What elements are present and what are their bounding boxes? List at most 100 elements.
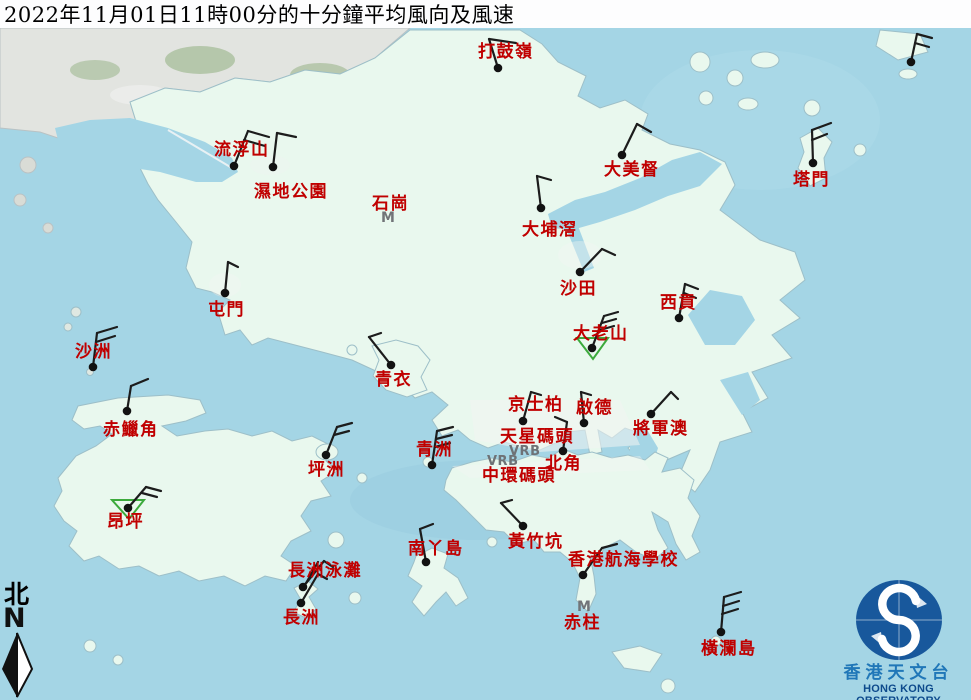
station-dot-icon [221,289,230,298]
station-marker [369,333,395,369]
station-dot-icon [576,268,585,277]
wind-barb-icon [812,134,827,140]
station-marker [577,312,618,359]
station-marker [221,262,238,297]
wind-barb-icon [244,140,265,146]
wind-barb-icon [436,435,452,439]
station-dot-icon [907,58,916,67]
station-dot-icon [618,151,627,160]
wind-barb-icon [602,319,616,323]
station-marker [809,123,831,167]
wind-barb-icon [93,333,97,367]
station-marker [717,592,741,636]
station-dot-icon [297,599,306,608]
station-dot-icon [422,558,431,567]
wind-barb-icon [337,423,352,427]
wind-barb-icon [602,249,615,255]
station-dot-icon [387,361,396,370]
title-bar: 2022年11月01日11時00分的十分鐘平均風向及風速 [0,0,971,28]
station-dot-icon [809,159,818,168]
station-dot-icon [124,504,133,513]
station-marker [269,133,296,171]
station-dot-icon [579,571,588,580]
wind-barb-icon [604,312,618,316]
station-dot-icon [89,363,98,372]
station-marker [322,423,352,459]
wind-barb-icon [326,427,337,455]
station-marker [501,500,527,530]
wind-barb-icon [651,392,671,414]
wind-barb-icon [917,34,932,38]
wind-barb-icon [420,529,426,562]
station-marker [579,544,617,579]
wind-barb-icon [96,336,115,342]
wind-barb-icon [915,43,929,47]
hko-logo-icon [853,578,945,662]
wind-barb-icon [234,131,248,166]
station-dot-icon [647,410,656,419]
wind-barb-icon [600,326,614,330]
wind-barb-icon [537,176,541,208]
wind-barb-icon [501,500,512,503]
map-title: 2022年11月01日11時00分的十分鐘平均風向及風速 [0,0,514,29]
wind-barb-icon [273,133,277,167]
wind-barb-icon [305,562,318,585]
wind-barb-icon [420,524,433,529]
station-dot-icon [588,344,597,353]
wind-barb-icon [602,544,617,548]
hko-logo-english: HONG KONG OBSERVATORY [826,683,971,700]
station-marker [618,124,651,159]
wind-barb-icon [671,392,678,399]
station-marker [519,392,541,425]
wind-barb-icon [555,417,567,422]
wind-barb-icon [97,327,117,333]
wind-barb-icon [318,574,327,579]
north-letter-label: N [0,607,40,631]
wind-barb-icon [580,249,602,272]
wind-barb-icon [637,124,651,132]
wind-map-screen: 打鼓嶺流浮山濕地公園石崗M大美督大埔滘塔門屯門沙洲赤鱲角沙田西貢大老山青衣京士柏… [0,0,971,700]
hko-logo: 香港天文台 HONG KONG OBSERVATORY [826,578,971,700]
station-marker [428,427,453,469]
wind-barb-icon [432,431,437,465]
north-needle-icon [0,631,36,699]
station-marker [89,327,117,371]
station-dot-icon [717,628,726,637]
wind-barb-icon [489,39,498,68]
station-marker [123,379,148,415]
station-dot-icon [428,461,437,470]
wind-barb-icon [225,262,228,293]
wind-barb-icon [131,379,148,386]
north-arrow: 北 N [0,582,40,699]
wind-barb-icon [537,176,551,180]
station-dot-icon [519,417,528,426]
station-marker [675,284,698,322]
wind-barb-icon [531,392,541,395]
wind-barb-icon [812,123,831,130]
station-dot-icon [322,451,331,460]
wind-barb-icon [501,503,523,526]
station-marker [907,34,932,66]
wind-barb-icon [369,333,381,337]
station-marker [489,39,516,72]
station-marker [537,176,551,212]
station-dot-icon [299,583,308,592]
wind-barb-icon [622,124,637,155]
hko-logo-chinese: 香港天文台 [826,658,971,683]
station-dot-icon [230,162,239,171]
wind-barb-icon [489,39,516,43]
wind-barb-icon [581,392,584,423]
wind-barb-icon [722,609,738,614]
wind-barb-icon [812,130,813,163]
wind-barb-icon [324,561,333,567]
station-marker [555,417,567,455]
station-marker [580,392,591,427]
station-dot-icon [559,447,568,456]
wind-barb-icon [724,592,741,597]
station-marker [420,524,433,566]
wind-barb-icon [679,284,685,318]
station-dot-icon [580,419,589,428]
wind-barb-icon [369,337,391,365]
wind-barb-icon [684,293,696,298]
station-dot-icon [675,314,684,323]
